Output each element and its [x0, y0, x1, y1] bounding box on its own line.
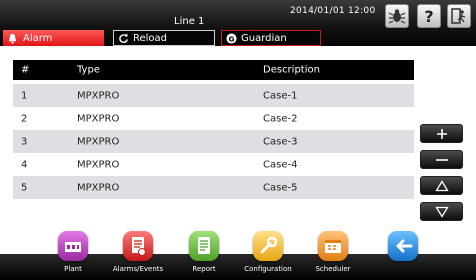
- table-row[interactable]: 2 MPXPRO Case-2: [13, 107, 414, 130]
- tab-alarm-label: Alarm: [23, 32, 53, 44]
- date-time: 2014/01/01 12:00: [290, 6, 376, 16]
- top-bar: Line 1 2014/01/01 12:00 ? Alarm Reload G…: [0, 0, 476, 46]
- column-header-description: Description: [263, 64, 320, 76]
- svg-text:G: G: [228, 34, 234, 43]
- move-up-button[interactable]: [420, 176, 463, 195]
- minus-icon: [435, 158, 448, 161]
- row-type: MPXPRO: [77, 159, 120, 170]
- dock-report-label: Report: [192, 265, 216, 273]
- dock-scheduler[interactable]: Scheduler: [303, 231, 363, 273]
- door-exit-icon: [451, 8, 466, 24]
- table-row[interactable]: 3 MPXPRO Case-3: [13, 130, 414, 153]
- guardian-icon: G: [226, 32, 237, 44]
- dock-plant[interactable]: Plant: [43, 231, 103, 273]
- row-number: 5: [21, 182, 28, 193]
- row-type: MPXPRO: [77, 113, 120, 124]
- help-button[interactable]: ?: [417, 4, 441, 28]
- row-number: 4: [21, 159, 28, 170]
- column-header-type: Type: [77, 64, 100, 76]
- dock-scheduler-label: Scheduler: [315, 265, 351, 273]
- row-type: MPXPRO: [77, 182, 120, 193]
- table-row[interactable]: 4 MPXPRO Case-4: [13, 153, 414, 176]
- tab-alarm[interactable]: Alarm: [3, 30, 104, 46]
- report-icon: [189, 231, 219, 261]
- dock-plant-label: Plant: [64, 265, 82, 273]
- alarm-bug-icon[interactable]: [385, 4, 409, 28]
- back-button[interactable]: [373, 231, 433, 261]
- row-number: 1: [21, 90, 28, 101]
- calendar-icon: [318, 231, 348, 261]
- tab-reload-label: Reload: [133, 32, 168, 44]
- svg-text:?: ?: [424, 7, 433, 25]
- refresh-icon: [119, 32, 128, 43]
- dock-alarms-events[interactable]: Alarms/Events: [108, 231, 168, 273]
- alarms-events-icon: [123, 231, 153, 261]
- back-arrow-icon: [388, 231, 418, 261]
- row-description: Case-4: [263, 159, 298, 170]
- logout-button[interactable]: [447, 4, 471, 28]
- tab-reload[interactable]: Reload: [113, 30, 215, 46]
- row-type: MPXPRO: [77, 90, 120, 101]
- dock-configuration[interactable]: Configuration: [238, 231, 298, 273]
- add-button[interactable]: [420, 124, 463, 143]
- row-type: MPXPRO: [77, 136, 120, 147]
- row-description: Case-2: [263, 113, 298, 124]
- column-header-number: #: [21, 64, 30, 76]
- row-number: 3: [21, 136, 28, 147]
- bug-icon: [388, 9, 406, 24]
- row-description: Case-5: [263, 182, 298, 193]
- tab-guardian-label: Guardian: [241, 32, 287, 44]
- dock-report[interactable]: Report: [174, 231, 234, 273]
- table-row[interactable]: 5 MPXPRO Case-5: [13, 176, 414, 199]
- device-table: # Type Description 1 MPXPRO Case-1 2 MPX…: [13, 60, 414, 199]
- move-down-button[interactable]: [420, 202, 463, 221]
- triangle-down-icon: [434, 206, 449, 218]
- plant-icon: [58, 231, 88, 261]
- row-description: Case-3: [263, 136, 298, 147]
- bell-icon: [8, 33, 17, 44]
- wrench-icon: [253, 231, 283, 261]
- remove-button[interactable]: [420, 150, 463, 169]
- plus-icon: [436, 128, 447, 139]
- triangle-up-icon: [434, 179, 449, 191]
- tab-guardian[interactable]: G Guardian: [221, 30, 321, 46]
- row-description: Case-1: [263, 90, 298, 101]
- table-row[interactable]: 1 MPXPRO Case-1: [13, 84, 414, 107]
- table-header: # Type Description: [13, 60, 414, 80]
- dock-alarms-events-label: Alarms/Events: [112, 265, 164, 273]
- row-number: 2: [21, 113, 28, 124]
- question-icon: ?: [424, 7, 433, 25]
- dock-configuration-label: Configuration: [244, 265, 292, 273]
- line-title: Line 1: [174, 16, 205, 27]
